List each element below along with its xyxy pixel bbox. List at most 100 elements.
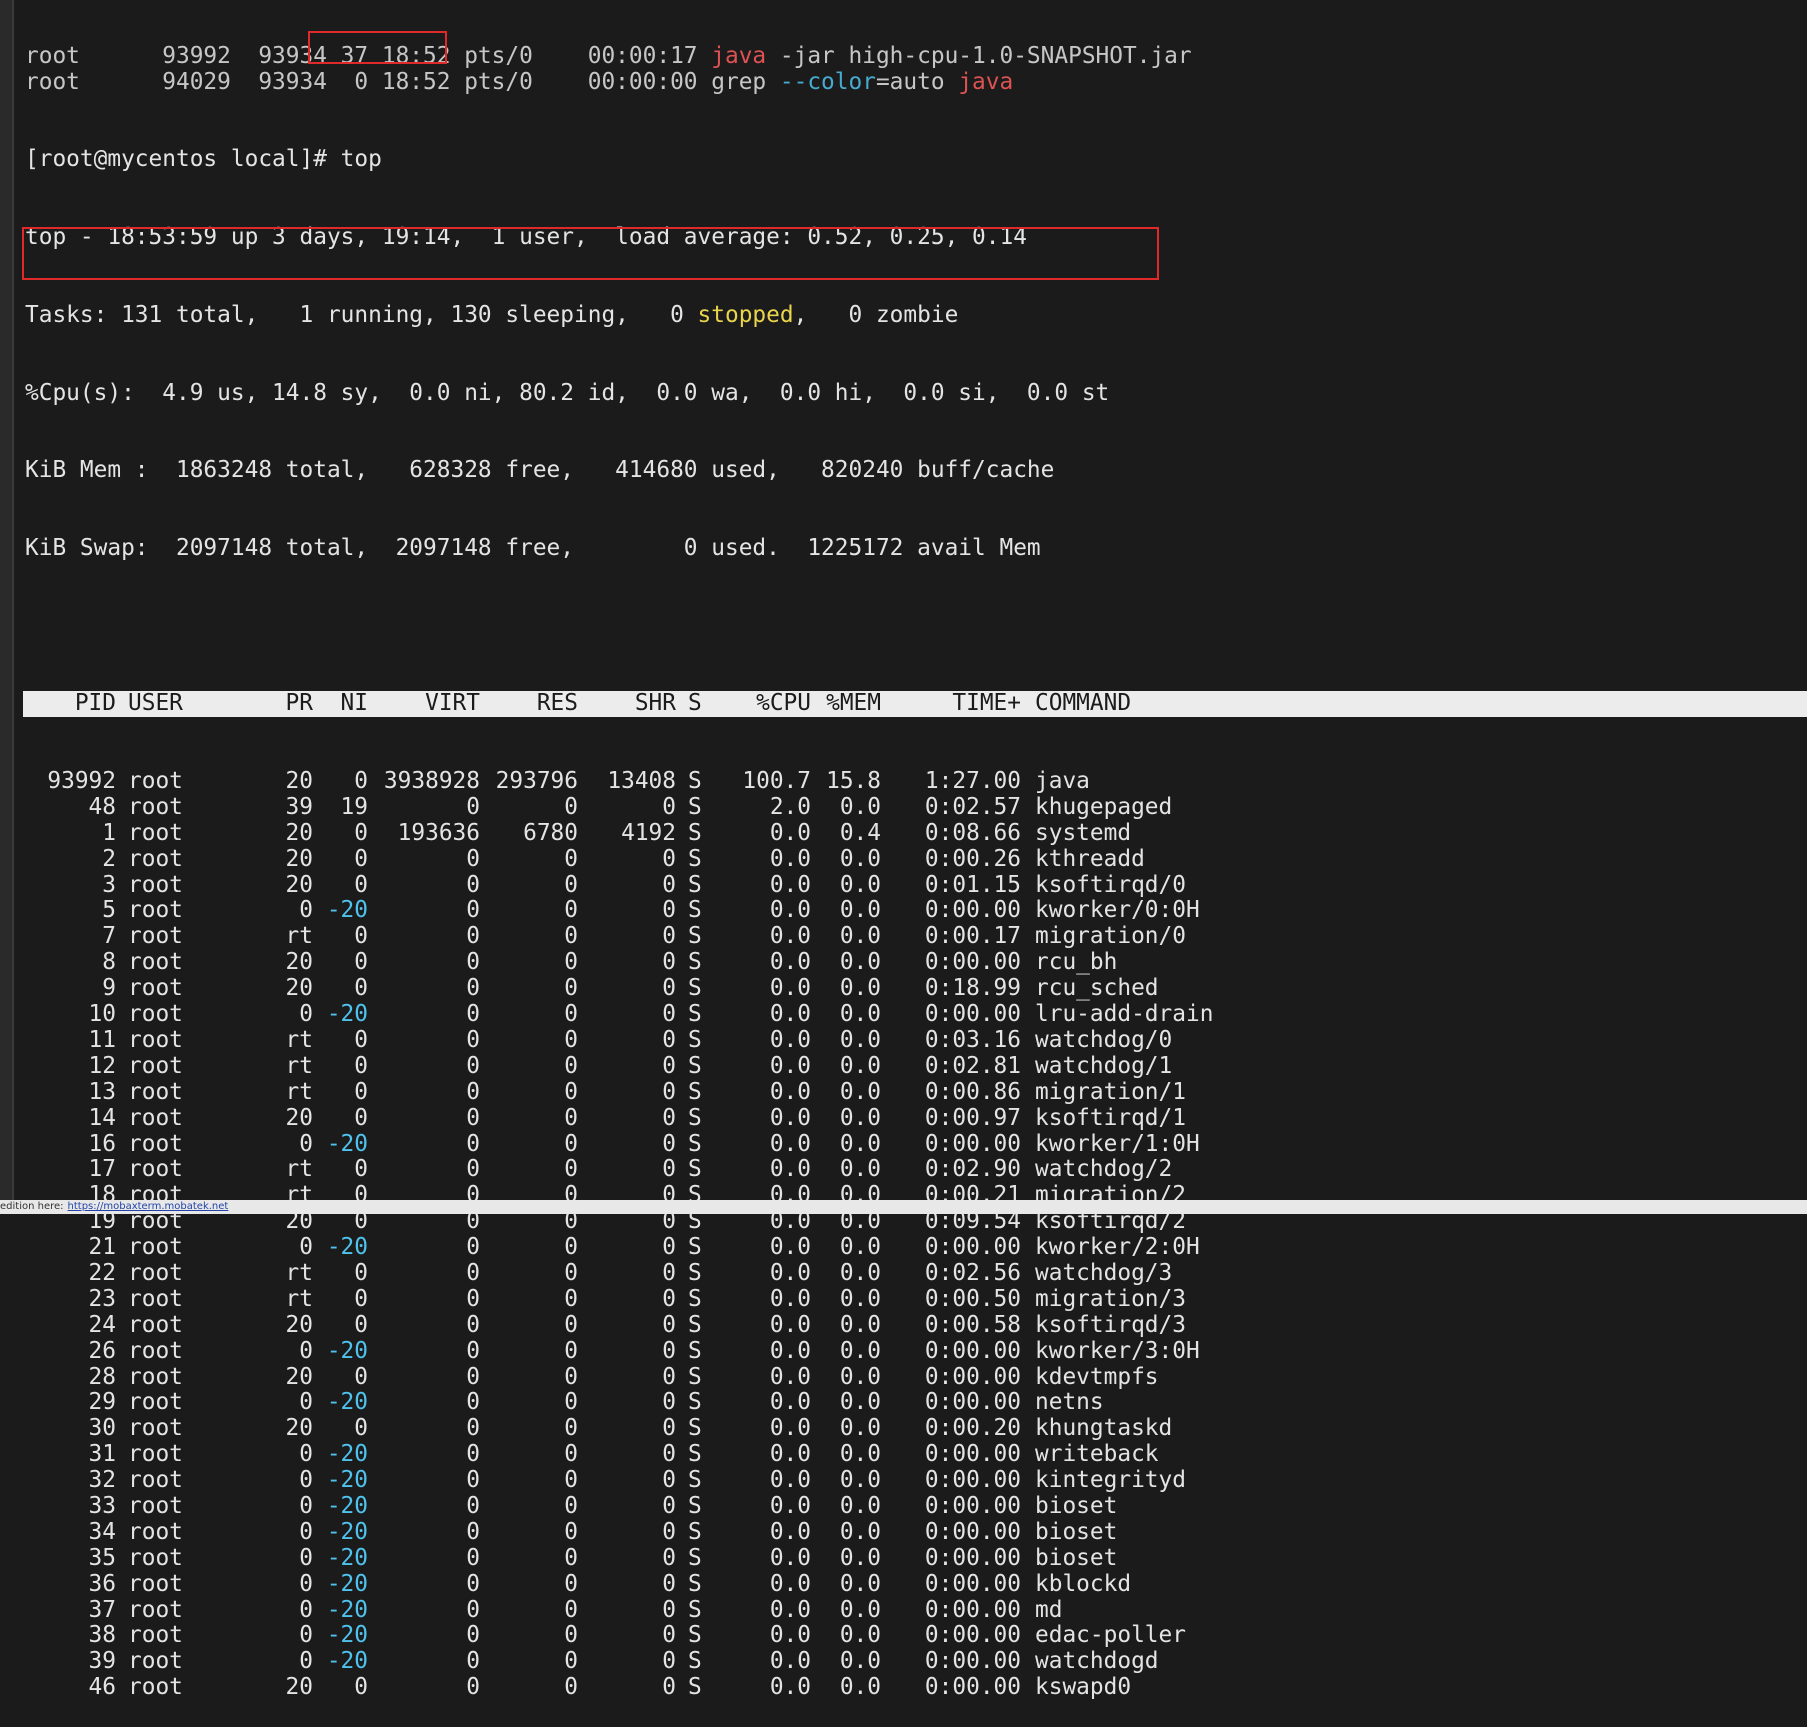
cell-cpu: 0.0 — [769, 1078, 811, 1105]
cell-user: root — [128, 1363, 183, 1390]
cell-cpu: 0.0 — [769, 1596, 811, 1623]
cell-user: root — [128, 819, 183, 846]
cell-state: S — [688, 1234, 702, 1261]
cell-shr: 0 — [662, 975, 676, 1002]
cell-user: root — [128, 897, 183, 924]
cell-mem: 0.0 — [839, 975, 881, 1002]
cell-command: rcu_bh — [1035, 949, 1118, 976]
cell-virt: 0 — [466, 1337, 480, 1364]
column-header-ni: NI — [340, 690, 368, 717]
cell-cpu: 0.0 — [769, 1674, 811, 1701]
cell-command: kthreadd — [1035, 845, 1145, 872]
cell-ni: -20 — [326, 1648, 368, 1675]
cell-command: ksoftirqd/0 — [1035, 871, 1186, 898]
cell-mem: 0.0 — [839, 1337, 881, 1364]
cell-time: 0:00.00 — [924, 1234, 1021, 1261]
cell-pid: 46 — [88, 1674, 116, 1701]
mobaxterm-link[interactable]: https://mobaxterm.mobatek.net — [68, 1201, 229, 1212]
cell-cpu: 0.0 — [769, 1570, 811, 1597]
cell-shr: 0 — [662, 1311, 676, 1338]
table-row: 5 root 0 -20 0 0 0 S 0.0 0.0 0:00.00 kworker/0:0H — [25, 898, 1807, 924]
cell-cpu: 0.0 — [769, 1544, 811, 1571]
cell-virt: 0 — [466, 1026, 480, 1053]
cell-res: 0 — [564, 1156, 578, 1183]
cell-mem: 0.0 — [839, 1622, 881, 1649]
cell-cpu: 100.7 — [742, 768, 811, 795]
cell-user: root — [128, 768, 183, 795]
cell-pid: 16 — [88, 1130, 116, 1157]
cell-ni: -20 — [326, 897, 368, 924]
cell-shr: 0 — [662, 1674, 676, 1701]
cell-shr: 0 — [662, 1337, 676, 1364]
terminal-output[interactable]: root 93992 93934 37 18:52 pts/0 00:00:17… — [23, 0, 1807, 1700]
cell-ni: 0 — [354, 1052, 368, 1079]
cell-cpu: 0.0 — [769, 1518, 811, 1545]
cell-virt: 0 — [466, 1311, 480, 1338]
table-row: 13 root rt 0 0 0 0 S 0.0 0.0 0:00.86 migration/1 — [25, 1078, 1807, 1106]
cell-ni: 0 — [354, 845, 368, 872]
table-row: 9 root 20 0 0 0 0 S 0.0 0.0 0:18.99 rcu_sched — [25, 975, 1807, 1002]
cell-pr: 0 — [299, 1544, 313, 1571]
highlighted-token: java — [958, 68, 1014, 95]
cell-mem: 0.0 — [839, 897, 881, 924]
cell-res: 0 — [564, 975, 578, 1002]
cell-time: 0:00.20 — [924, 1415, 1021, 1442]
cell-pr: 0 — [299, 1467, 313, 1494]
table-row: 21 root 0 -20 0 0 0 S 0.0 0.0 0:00.00 kworker/2:0H — [25, 1234, 1807, 1261]
table-row: 26 root 0 -20 0 0 0 S 0.0 0.0 0:00.00 kworker/3:0H — [25, 1337, 1807, 1365]
cell-virt: 0 — [466, 1389, 480, 1416]
cell-state: S — [688, 923, 702, 950]
table-row: 93992 root 20 0 3938928 293796 13408 S 100.7 15.8… — [25, 768, 1807, 795]
cell-res: 0 — [564, 1234, 578, 1261]
cell-mem: 0.0 — [839, 1596, 881, 1623]
cell-time: 0:00.00 — [924, 1674, 1021, 1701]
cell-virt: 0 — [466, 1544, 480, 1571]
cell-state: S — [688, 1001, 702, 1028]
cell-ni: 0 — [354, 768, 368, 795]
cell-pid: 33 — [88, 1492, 116, 1519]
cell-state: S — [688, 1596, 702, 1623]
cell-pid: 12 — [88, 1052, 116, 1079]
cell-ni: 0 — [354, 1104, 368, 1131]
table-row: 22 root rt 0 0 0 0 S 0.0 0.0 0:02.56 watchdog/3 — [25, 1260, 1807, 1287]
cell-cpu: 0.0 — [769, 1026, 811, 1053]
cell-pr: 0 — [299, 1648, 313, 1675]
cell-res: 0 — [564, 793, 578, 820]
cell-virt: 0 — [466, 1001, 480, 1028]
cell-res: 0 — [564, 1596, 578, 1623]
cell-time: 0:00.17 — [924, 923, 1021, 950]
cell-user: root — [128, 1311, 183, 1338]
cell-time: 0:18.99 — [924, 975, 1021, 1002]
cell-ni: 0 — [354, 1026, 368, 1053]
cell-mem: 0.0 — [839, 1389, 881, 1416]
cell-virt: 0 — [466, 923, 480, 950]
cell-pid: 36 — [88, 1570, 116, 1597]
cell-time: 0:00.00 — [924, 1467, 1021, 1494]
cell-ni: -20 — [326, 1492, 368, 1519]
cell-res: 0 — [564, 1441, 578, 1468]
cell-user: root — [128, 1570, 183, 1597]
cell-ni: -20 — [326, 1389, 368, 1416]
cell-mem: 0.0 — [839, 1570, 881, 1597]
cell-mem: 0.0 — [839, 923, 881, 950]
cell-time: 0:00.00 — [924, 1492, 1021, 1519]
cell-command: migration/0 — [1035, 923, 1186, 950]
cell-virt: 0 — [466, 1441, 480, 1468]
cell-cpu: 2.0 — [769, 793, 811, 820]
cell-cpu: 0.0 — [769, 1441, 811, 1468]
cell-res: 0 — [564, 1363, 578, 1390]
cell-virt: 193636 — [397, 819, 480, 846]
cell-pr: 0 — [299, 897, 313, 924]
cell-pid: 5 — [102, 897, 116, 924]
table-row: 8 root 20 0 0 0 0 S 0.0 0.0 0:00.00 rcu_bh — [25, 949, 1807, 976]
cell-time: 0:00.00 — [924, 1518, 1021, 1545]
cell-pid: 48 — [88, 793, 116, 820]
output-text: root 94029 93934 0 18:52 pts/0 00:00:00 … — [25, 68, 780, 95]
cell-mem: 0.0 — [839, 1001, 881, 1028]
cell-user: root — [128, 1441, 183, 1468]
cell-mem: 0.0 — [839, 1234, 881, 1261]
table-row: 17 root rt 0 0 0 0 S 0.0 0.0 0:02.90 watchdog/2 — [25, 1156, 1807, 1183]
table-row: 36 root 0 -20 0 0 0 S 0.0 0.0 0:00.00 kblockd — [25, 1570, 1807, 1598]
cell-state: S — [688, 1337, 702, 1364]
table-row: 35 root 0 -20 0 0 0 S 0.0 0.0 0:00.00 bioset — [25, 1544, 1807, 1572]
